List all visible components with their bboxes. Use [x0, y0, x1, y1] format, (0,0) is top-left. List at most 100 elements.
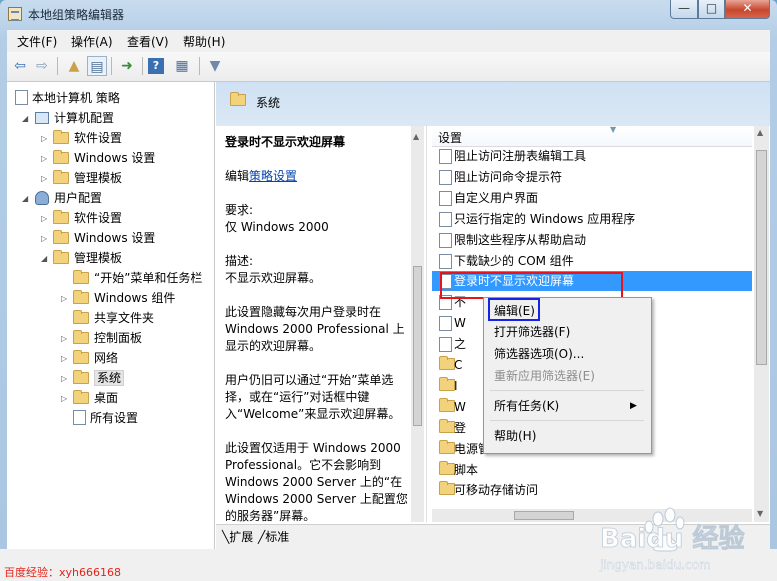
list-item-label: 下载缺少的 COM 组件	[454, 253, 574, 268]
tree-item-network[interactable]: 网络	[73, 348, 118, 368]
tree-item-windows-settings[interactable]: Windows 设置	[53, 148, 155, 168]
setting-icon	[439, 190, 452, 206]
ctx-filter-options[interactable]: 筛选器选项(O)...	[484, 343, 651, 365]
hscroll-thumb[interactable]	[514, 511, 574, 520]
maximize-button[interactable]: □	[698, 0, 725, 19]
list-scrollbar[interactable]: ▲ ▼	[754, 126, 769, 522]
expand-arrow-icon[interactable]: ▷	[41, 214, 51, 224]
ctx-open-filter[interactable]: 打开筛选器(F)	[484, 321, 651, 343]
tree-item-desktop[interactable]: 桌面	[73, 388, 118, 408]
list-item[interactable]: 脚本	[432, 460, 752, 480]
watermark-text: 百度经验：xyh666168	[4, 566, 121, 579]
tab-standard[interactable]: ╱标准	[258, 528, 289, 545]
menu-view[interactable]: 查看(V)	[127, 33, 169, 50]
close-button[interactable]: ✕	[725, 0, 770, 19]
expand-arrow-icon[interactable]: ▷	[61, 394, 71, 404]
scroll-up-icon[interactable]: ▲	[757, 128, 763, 137]
forward-arrow-icon[interactable]: ⇨	[32, 56, 52, 76]
tree-item-system[interactable]: 系统	[73, 368, 125, 388]
tree-item-root[interactable]: 本地计算机 策略	[15, 88, 120, 108]
tree-item-control-panel[interactable]: 控制面板	[73, 328, 142, 348]
expand-arrow-icon[interactable]: ▷	[61, 354, 71, 364]
expand-arrow-icon[interactable]: ▷	[41, 154, 51, 164]
folder-icon	[439, 481, 455, 496]
up-folder-icon[interactable]: ▲	[64, 56, 84, 76]
back-arrow-icon[interactable]: ⇦	[10, 56, 30, 76]
list-item[interactable]: 只运行指定的 Windows 应用程序	[432, 209, 752, 229]
tree-item-user-config[interactable]: 用户配置	[35, 188, 102, 208]
list-item[interactable]: 下载缺少的 COM 组件	[432, 251, 752, 271]
tree-item-user-windows-settings[interactable]: Windows 设置	[53, 228, 155, 248]
collapse-arrow-icon[interactable]: ◢	[22, 194, 32, 204]
folder-icon	[73, 270, 89, 284]
setting-icon	[439, 253, 452, 269]
details-header: 系统	[216, 82, 770, 126]
tree-item-software-settings[interactable]: 软件设置	[53, 128, 122, 148]
folder-icon	[439, 460, 455, 475]
tree-item-user-admin-templates[interactable]: 管理模板	[53, 248, 122, 268]
policy-icon	[15, 90, 28, 105]
show-hide-tree-icon[interactable]: ▤	[87, 56, 107, 76]
scroll-thumb[interactable]	[756, 150, 767, 365]
tree-pane: 本地计算机 策略 ◢ 计算机配置 ▷ 软件设置 ▷ Windows 设置 ▷ 管…	[7, 82, 215, 549]
list-item[interactable]: 阻止访问命令提示符	[432, 167, 752, 187]
ctx-all-tasks[interactable]: 所有任务(K) ▶	[484, 395, 651, 417]
menu-file[interactable]: 文件(F)	[17, 33, 57, 50]
folder-title: 系统	[256, 96, 281, 110]
properties-icon[interactable]: ▦	[172, 56, 192, 76]
column-header-setting[interactable]: 设置 ▼	[432, 126, 752, 147]
expand-arrow-icon[interactable]: ▷	[41, 174, 51, 184]
list-item-label: 限制这些程序从帮助启动	[454, 232, 587, 247]
expand-arrow-icon[interactable]: ▷	[41, 234, 51, 244]
expand-arrow-icon[interactable]: ▷	[61, 294, 71, 304]
list-item-label: 登	[454, 420, 467, 435]
folder-icon	[439, 376, 455, 391]
tree-item-admin-templates[interactable]: 管理模板	[53, 168, 122, 188]
list-item-label: C	[454, 358, 463, 372]
folder-icon	[439, 397, 455, 412]
list-item[interactable]: 自定义用户界面	[432, 188, 752, 208]
tree-item-shared-folders[interactable]: 共享文件夹	[73, 308, 154, 328]
scroll-thumb[interactable]	[413, 266, 422, 426]
description-scrollbar[interactable]: ▲	[411, 126, 424, 522]
expand-arrow-icon[interactable]: ▷	[41, 134, 51, 144]
folder-icon	[53, 230, 69, 244]
expand-arrow-icon[interactable]: ▷	[61, 374, 71, 384]
collapse-arrow-icon[interactable]: ◢	[22, 114, 32, 124]
policy-title: 登录时不显示欢迎屏幕	[225, 135, 346, 149]
ctx-separator	[490, 390, 644, 391]
folder-icon	[73, 350, 89, 364]
folder-icon	[53, 250, 69, 264]
baidu-logo-text: Baidu 经验	[600, 523, 744, 554]
highlight-red-box	[440, 272, 623, 299]
list-item[interactable]: 阻止访问注册表编辑工具	[432, 146, 752, 166]
filter-icon[interactable]: ▼	[205, 56, 225, 76]
description-label: 描述:	[225, 254, 254, 268]
list-item-label: 之	[454, 337, 467, 352]
baidu-url: jingyan.baidu.com	[599, 558, 711, 572]
expand-arrow-icon[interactable]: ▷	[61, 334, 71, 344]
menu-action[interactable]: 操作(A)	[71, 33, 113, 50]
minimize-button[interactable]: —	[670, 0, 698, 19]
setting-icon	[439, 232, 452, 248]
help-icon[interactable]: ?	[148, 58, 164, 74]
ctx-help[interactable]: 帮助(H)	[484, 425, 651, 447]
tab-expanded[interactable]: ╲扩展	[222, 528, 253, 545]
computer-icon	[35, 112, 49, 124]
title-bar[interactable]: 本地组策略编辑器 — □ ✕	[0, 0, 777, 28]
description-value: 不显示欢迎屏幕。	[225, 271, 322, 285]
list-item[interactable]: 限制这些程序从帮助启动	[432, 230, 752, 250]
folder-icon	[73, 310, 89, 324]
tree-item-windows-components[interactable]: Windows 组件	[73, 288, 175, 308]
ctx-reapply-filter: 重新应用筛选器(E)	[494, 369, 595, 383]
menu-help[interactable]: 帮助(H)	[183, 33, 225, 50]
collapse-arrow-icon[interactable]: ◢	[41, 254, 51, 264]
tree-item-all-settings[interactable]: 所有设置	[73, 408, 138, 428]
tree-item-user-software-settings[interactable]: 软件设置	[53, 208, 122, 228]
tree-item-computer-config[interactable]: 计算机配置	[35, 108, 114, 128]
folder-icon	[439, 418, 455, 433]
edit-policy-link[interactable]: 策略设置	[249, 169, 297, 183]
tree-item-start-menu[interactable]: “开始”菜单和任务栏	[73, 268, 202, 288]
export-icon[interactable]: ➜	[117, 56, 137, 76]
description-paragraph-3: 此设置仅适用于 Windows 2000 Professional。它不会影响到…	[225, 441, 408, 523]
